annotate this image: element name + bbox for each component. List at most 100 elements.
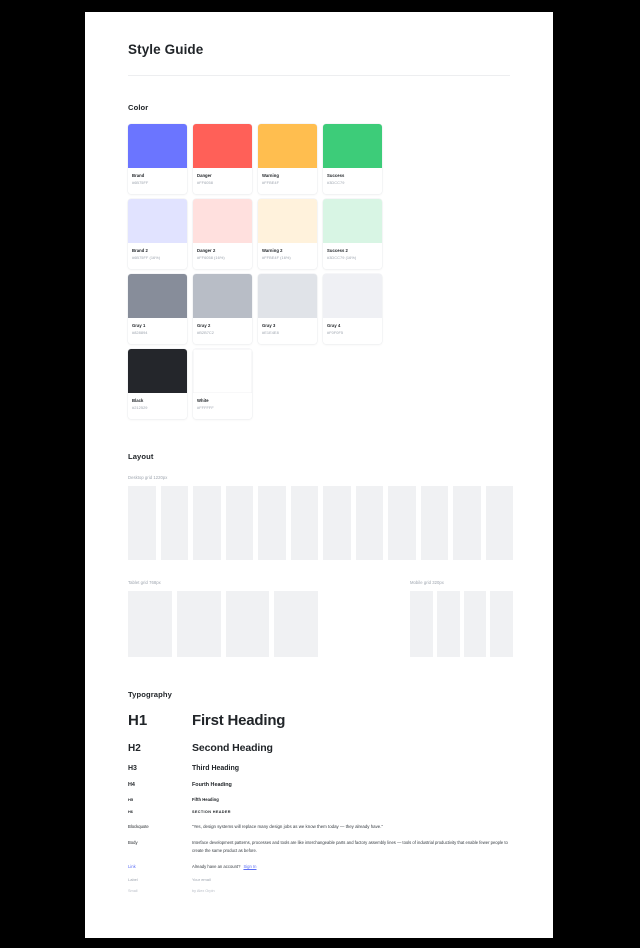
swatch-color-chip [128, 124, 187, 168]
color-swatch[interactable]: Black #212529 [128, 349, 187, 419]
type-sample-h6: Section header [192, 810, 231, 814]
mobile-grid-block: Mobile grid 320px [410, 580, 513, 657]
tablet-grid [128, 591, 318, 657]
grid-column [225, 591, 270, 657]
type-row-h4: H4 Fourth Heading [128, 782, 513, 788]
type-label-h3: H3 [128, 765, 137, 772]
color-swatch[interactable]: Warning #FFBE4F [258, 124, 317, 194]
swatch-name: Warning [262, 173, 279, 178]
type-sample-body: Interface development patterns, processe… [192, 840, 508, 853]
swatch-hex-value: #6B75FF [132, 179, 149, 185]
type-row-link: Link Already have an account? Sign In [128, 864, 513, 869]
grid-column [420, 486, 448, 560]
swatch-color-chip [258, 199, 317, 243]
typography-table: H1 First Heading H2 Second Heading H3 Th… [128, 712, 513, 893]
color-swatch[interactable]: Warning 2 #FFBE4F (16%) [258, 199, 317, 269]
grid-column [463, 591, 487, 657]
grid-column [453, 486, 481, 560]
color-swatch[interactable]: Success #3DCC79 [323, 124, 382, 194]
swatch-hex-value: #FFFFFF [197, 404, 214, 410]
type-sample-h1: First Heading [192, 712, 286, 729]
swatch-hex-value: #FF6058 [197, 179, 213, 185]
type-label-body: Body [128, 840, 138, 846]
swatch-name: Danger 2 [197, 248, 216, 253]
type-row-h3: H3 Third Heading [128, 765, 513, 772]
swatch-name: Gray 1 [132, 323, 146, 328]
section-heading-color: Color [128, 103, 149, 112]
swatch-meta: Warning 2 #FFBE4F (16%) [258, 243, 317, 261]
type-label-link: Link [128, 863, 136, 869]
swatch-color-chip [128, 274, 187, 318]
swatch-meta: Danger 2 #FF6058 (16%) [193, 243, 252, 261]
type-row-h2: H2 Second Heading [128, 742, 513, 754]
swatch-hex-value: #F0F0F5 [327, 329, 344, 335]
swatch-color-chip [323, 274, 382, 318]
grid-column [485, 486, 513, 560]
swatch-name: Black [132, 398, 144, 403]
type-row-label: Label Your email [128, 877, 513, 882]
type-sample-h2: Second Heading [192, 742, 273, 754]
swatch-color-chip [323, 199, 382, 243]
swatch-meta: Danger #FF6058 [193, 168, 252, 186]
grid-column [274, 591, 318, 657]
color-swatch[interactable]: Success 2 #3DCC79 (16%) [323, 199, 382, 269]
color-swatch[interactable]: Danger 2 #FF6058 (16%) [193, 199, 252, 269]
color-swatch[interactable]: Gray 2 #B2B7C2 [193, 274, 252, 344]
swatch-name: Gray 3 [262, 323, 276, 328]
type-sample-h5: Fifth Heading [192, 797, 219, 802]
type-row-h6: H6 Section header [128, 810, 513, 814]
style-guide-page: Style Guide Color Brand #6B75FF Danger #FF6… [85, 12, 553, 938]
grid-column [388, 486, 416, 560]
grid-column [355, 486, 383, 560]
swatch-color-chip [323, 124, 382, 168]
type-label-h1: H1 [128, 712, 148, 729]
responsive-grid-row: Tablet grid 768px Mobile grid 320px [128, 580, 513, 657]
section-heading-layout: Layout [128, 452, 154, 461]
color-swatch[interactable]: Brand 2 #6B75FF (16%) [128, 199, 187, 269]
link-prompt-text: Already have an account? [192, 863, 241, 869]
color-swatch[interactable]: Gray 3 #E1E4E8 [258, 274, 317, 344]
swatch-meta: Gray 4 #F0F0F5 [323, 318, 382, 336]
color-swatch[interactable]: Danger #FF6058 [193, 124, 252, 194]
type-label-h5: H5 [128, 797, 134, 802]
swatch-color-chip [128, 349, 187, 393]
page-title: Style Guide [128, 42, 204, 57]
grid-column [176, 591, 221, 657]
grid-column [128, 591, 172, 657]
swatch-hex-value: #6B75FF (16%) [132, 254, 161, 260]
swatch-name: Danger [197, 173, 212, 178]
swatch-hex-value: #828894 [132, 329, 148, 335]
color-swatch[interactable]: Gray 1 #828894 [128, 274, 187, 344]
swatch-hex-value: #FFBE4F (16%) [262, 254, 291, 260]
swatch-color-chip [258, 274, 317, 318]
swatch-name: Brand [132, 173, 145, 178]
type-row-body: Body Interface development patterns, pro… [128, 839, 513, 854]
type-label-h6: H6 [128, 810, 133, 814]
swatch-hex-value: #FFBE4F [262, 179, 279, 185]
swatch-meta: White #FFFFFF [193, 393, 252, 411]
grid-column [410, 591, 433, 657]
grid-column [258, 486, 286, 560]
tablet-grid-block: Tablet grid 768px [128, 580, 318, 657]
color-swatch[interactable]: Brand #6B75FF [128, 124, 187, 194]
grid-column [490, 591, 513, 657]
swatch-hex-value: #B2B7C2 [197, 329, 215, 335]
swatch-name: Warning 2 [262, 248, 283, 253]
title-divider [128, 75, 510, 76]
color-swatch[interactable]: Gray 4 #F0F0F5 [323, 274, 382, 344]
type-label-small: Small [128, 888, 138, 893]
swatch-meta: Brand 2 #6B75FF (16%) [128, 243, 187, 261]
swatch-name: Brand 2 [132, 248, 148, 253]
color-swatch[interactable]: White #FFFFFF [193, 349, 252, 419]
type-row-h5: H5 Fifth Heading [128, 797, 513, 802]
type-label-h2: H2 [128, 743, 141, 754]
swatch-meta: Warning #FFBE4F [258, 168, 317, 186]
swatch-meta: Gray 1 #828894 [128, 318, 187, 336]
grid-column [193, 486, 221, 560]
sign-in-link[interactable]: Sign In [243, 864, 256, 869]
type-label-blockquote: Blockquote [128, 824, 149, 829]
swatch-hex-value: #3DCC79 (16%) [327, 254, 357, 260]
swatch-name: Success 2 [327, 248, 348, 253]
swatch-hex-value: #E1E4E8 [262, 329, 279, 335]
swatch-meta: Success 2 #3DCC79 (16%) [323, 243, 382, 261]
